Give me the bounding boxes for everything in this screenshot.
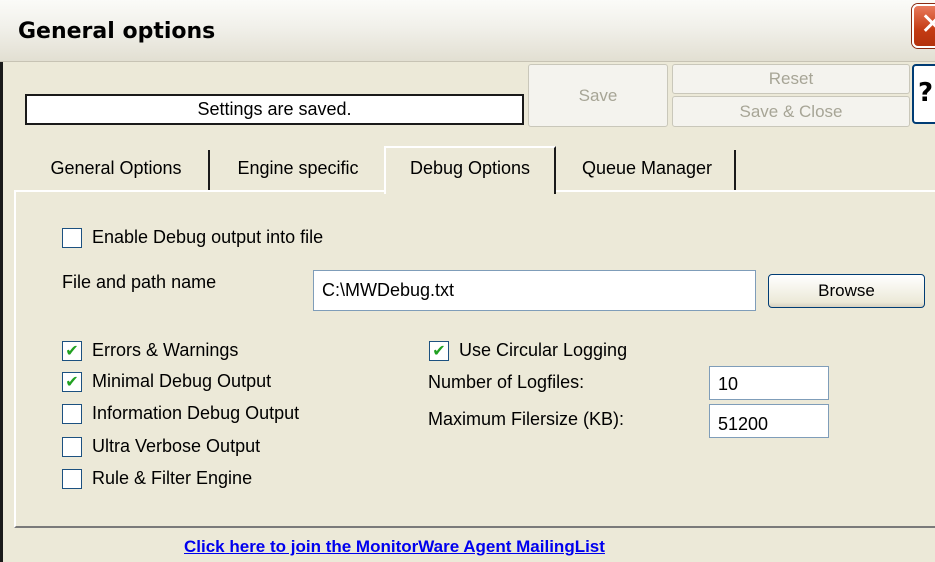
information-debug-label: Information Debug Output — [92, 403, 300, 423]
enable-debug-checkbox[interactable] — [62, 228, 82, 248]
ultra-verbose-checkbox[interactable] — [62, 437, 82, 457]
help-icon: ? — [918, 78, 934, 108]
minimal-debug-label: Minimal Debug Output — [92, 371, 272, 391]
information-debug-checkbox[interactable] — [62, 404, 82, 424]
window-title: General options — [18, 19, 216, 44]
path-label: File and path name — [62, 272, 217, 292]
close-icon: ✕ — [920, 7, 935, 42]
rule-filter-label: Rule & Filter Engine — [92, 468, 253, 488]
tab-engine-specific[interactable]: Engine specific — [214, 150, 382, 190]
title-bar: General options — [0, 0, 935, 62]
close-button[interactable]: ✕ — [912, 4, 935, 48]
logfiles-label: Number of Logfiles: — [428, 372, 585, 392]
filesize-input[interactable]: 51200 — [709, 404, 829, 438]
circular-logging-label: Use Circular Logging — [459, 340, 628, 360]
tab-queue-manager[interactable]: Queue Manager — [560, 150, 736, 190]
filesize-label: Maximum Filersize (KB): — [428, 409, 625, 429]
path-input[interactable]: C:\MWDebug.txt — [313, 270, 756, 311]
circular-logging-checkbox[interactable]: ✔ — [429, 341, 449, 361]
tab-debug-options[interactable]: Debug Options — [384, 146, 556, 194]
errors-warnings-label: Errors & Warnings — [92, 340, 239, 360]
help-button[interactable]: ? — [912, 64, 935, 124]
window-border — [0, 62, 3, 562]
rule-filter-checkbox[interactable] — [62, 469, 82, 489]
mailing-list-link[interactable]: Click here to join the MonitorWare Agent… — [184, 537, 605, 557]
enable-debug-label: Enable Debug output into file — [92, 227, 324, 247]
tab-general-options[interactable]: General Options — [24, 150, 210, 190]
errors-warnings-checkbox[interactable]: ✔ — [62, 341, 82, 361]
browse-button[interactable]: Browse — [768, 274, 925, 308]
status-box: Settings are saved. — [25, 94, 524, 125]
ultra-verbose-label: Ultra Verbose Output — [92, 436, 261, 456]
reset-button[interactable]: Reset — [672, 64, 910, 94]
save-button[interactable]: Save — [528, 64, 668, 127]
minimal-debug-checkbox[interactable]: ✔ — [62, 372, 82, 392]
save-close-button[interactable]: Save & Close — [672, 96, 910, 127]
logfiles-input[interactable]: 10 — [709, 366, 829, 400]
